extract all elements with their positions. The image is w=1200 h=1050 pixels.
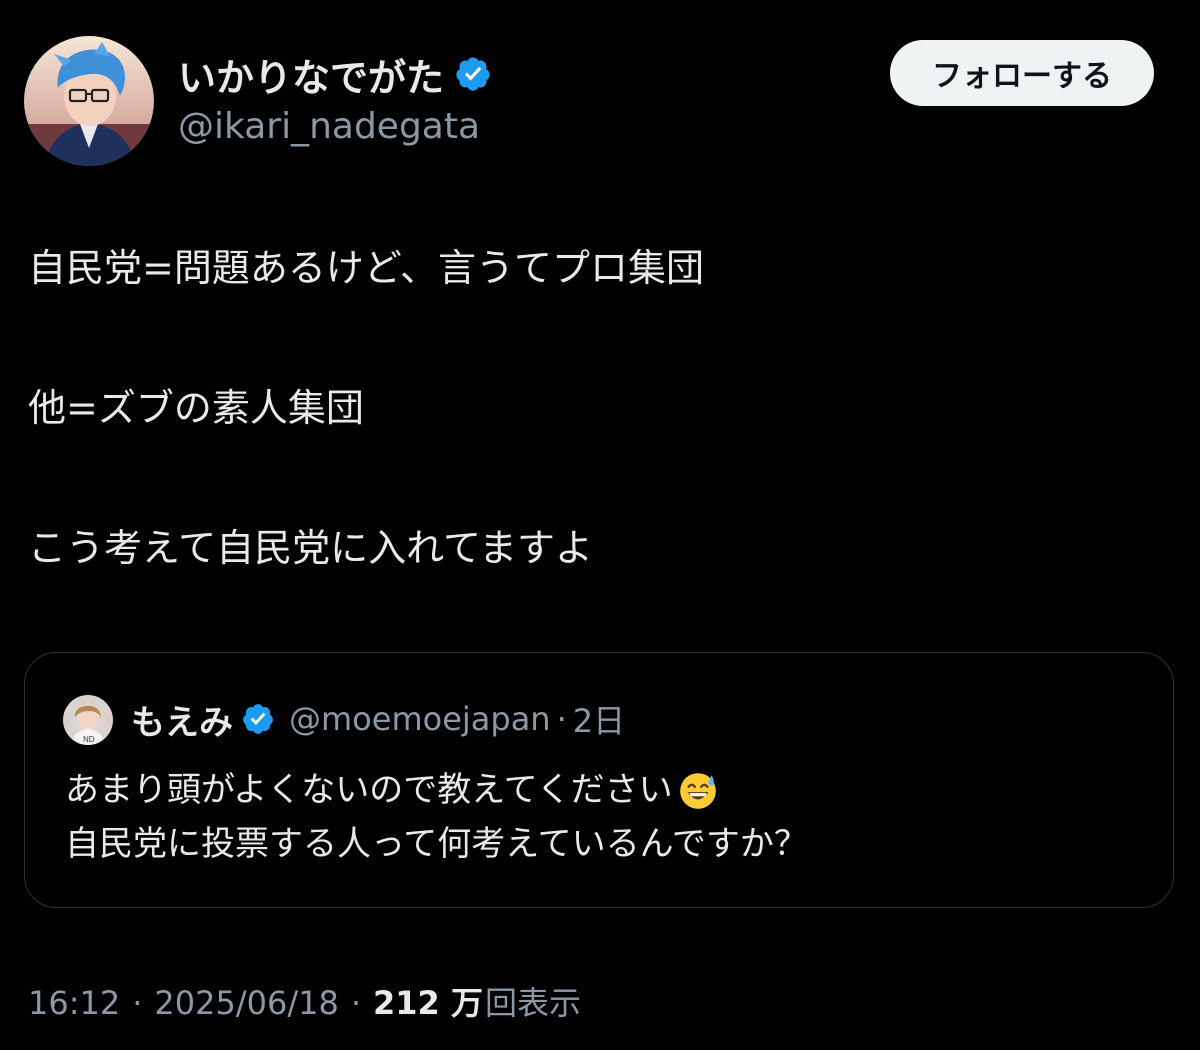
quoted-header: もえみ @moemoejapan · 2日 [131, 693, 625, 745]
author-avatar[interactable] [24, 36, 154, 166]
verified-badge-icon [456, 57, 490, 91]
views-count: 212 万 [373, 984, 483, 1022]
quoted-display-name[interactable]: もえみ [131, 695, 233, 744]
separator-dot: · [132, 984, 143, 1022]
quoted-author-avatar[interactable]: ND [63, 695, 113, 745]
quoted-handle[interactable]: @moemoejapan [289, 700, 551, 738]
quoted-line-text: 自民党に投票する人って何考えているんですか？ [65, 824, 808, 864]
follow-button[interactable]: フォローする [890, 40, 1154, 106]
quoted-line: あまり頭がよくないので教えてください [65, 763, 1145, 817]
tweet-line: 自民党=問題あるけど、言うてプロ集団 [28, 246, 704, 290]
quoted-line-text: あまり頭がよくないので教えてください [65, 770, 673, 810]
quoted-line: 自民党に投票する人って何考えているんですか？ [65, 817, 1145, 871]
separator-dot: · [350, 984, 361, 1022]
author-display-name[interactable]: いかりなでがた [178, 47, 444, 102]
quoted-timestamp[interactable]: 2日 [573, 696, 625, 742]
author-name-row: いかりなでがた [178, 48, 492, 100]
tweet-time[interactable]: 16:12 [28, 984, 120, 1022]
tweet-line: 他=ズブの素人集団 [28, 386, 364, 430]
tweet-date[interactable]: 2025/06/18 [154, 984, 338, 1022]
svg-text:ND: ND [83, 735, 95, 744]
verified-badge-icon [243, 704, 273, 734]
tweet-header: いかりなでがた @ikari_nadegata フォローする [24, 36, 1176, 166]
separator-dot: · [556, 700, 567, 738]
views-label: 回表示 [484, 984, 581, 1022]
quoted-body: あまり頭がよくないので教えてください 自民党に投票する人って何考えているんですか… [65, 763, 1145, 871]
author-handle[interactable]: @ikari_nadegata [178, 106, 480, 147]
quoted-tweet-card[interactable]: ND もえみ @moemoejapan · 2日 あまり頭がよくないので教えてく… [24, 652, 1174, 908]
tweet-body: 自民党=問題あるけど、言うてプロ集団 他=ズブの素人集団 こう考えて自民党に入れ… [28, 240, 1168, 660]
tweet-line: こう考えて自民党に入れてますよ [28, 526, 594, 570]
grinning-sweat-emoji-icon [679, 773, 716, 809]
tweet-meta: 16:12 · 2025/06/18 · 212 万 回表示 [28, 978, 581, 1024]
